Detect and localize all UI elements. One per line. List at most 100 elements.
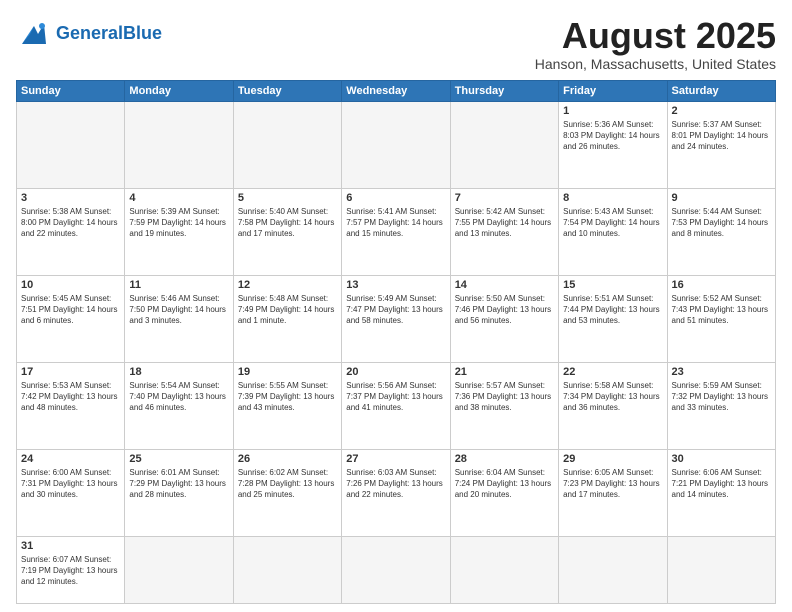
table-row: 3Sunrise: 5:38 AM Sunset: 8:00 PM Daylig… — [17, 188, 125, 275]
table-row: 24Sunrise: 6:00 AM Sunset: 7:31 PM Dayli… — [17, 449, 125, 536]
table-row: 21 Sunrise: 5:57 AM Sunset: 7:36 PM Dayli… — [450, 362, 558, 449]
calendar-week-row: 3Sunrise: 5:38 AM Sunset: 8:00 PM Daylig… — [17, 188, 776, 275]
col-monday: Monday — [125, 80, 233, 101]
calendar-week-row: 17Sunrise: 5:53 AM Sunset: 7:42 PM Dayli… — [17, 362, 776, 449]
table-row: 16Sunrise: 5:52 AM Sunset: 7:43 PM Dayli… — [667, 275, 775, 362]
table-row — [342, 536, 450, 603]
day-info: Sunrise: 6:01 AM Sunset: 7:29 PM Dayligh… — [129, 467, 228, 501]
col-saturday: Saturday — [667, 80, 775, 101]
calendar-week-row: 24Sunrise: 6:00 AM Sunset: 7:31 PM Dayli… — [17, 449, 776, 536]
table-row: 14 Sunrise: 5:50 AM Sunset: 7:46 PM Dayli… — [450, 275, 558, 362]
day-number: 29 — [563, 453, 662, 465]
day-info: Sunrise: 5:45 AM Sunset: 7:51 PM Dayligh… — [21, 293, 120, 327]
table-row: 12 Sunrise: 5:48 AM Sunset: 7:49 PM Dayli… — [233, 275, 341, 362]
location-title: Hanson, Massachusetts, United States — [535, 56, 776, 72]
day-info: Sunrise: 5:50 AM Sunset: 7:46 PM Dayligh… — [455, 293, 554, 327]
calendar-week-row: 10 Sunrise: 5:45 AM Sunset: 7:51 PM Dayli… — [17, 275, 776, 362]
day-info: Sunrise: 5:51 AM Sunset: 7:44 PM Dayligh… — [563, 293, 662, 327]
table-row: 2Sunrise: 5:37 AM Sunset: 8:01 PM Daylig… — [667, 101, 775, 188]
day-info: Sunrise: 5:59 AM Sunset: 7:32 PM Dayligh… — [672, 380, 771, 414]
day-info: Sunrise: 6:02 AM Sunset: 7:28 PM Dayligh… — [238, 467, 337, 501]
day-info: Sunrise: 6:06 AM Sunset: 7:21 PM Dayligh… — [672, 467, 771, 501]
day-number: 14 — [455, 279, 554, 291]
day-number: 27 — [346, 453, 445, 465]
day-number: 9 — [672, 192, 771, 204]
table-row: 18Sunrise: 5:54 AM Sunset: 7:40 PM Dayli… — [125, 362, 233, 449]
table-row: 5 Sunrise: 5:40 AM Sunset: 7:58 PM Daylig… — [233, 188, 341, 275]
col-sunday: Sunday — [17, 80, 125, 101]
table-row — [17, 101, 125, 188]
day-number: 11 — [129, 279, 228, 291]
day-info: Sunrise: 5:46 AM Sunset: 7:50 PM Dayligh… — [129, 293, 228, 327]
table-row: 26 Sunrise: 6:02 AM Sunset: 7:28 PM Dayli… — [233, 449, 341, 536]
table-row: 22 Sunrise: 5:58 AM Sunset: 7:34 PM Dayli… — [559, 362, 667, 449]
day-info: Sunrise: 5:52 AM Sunset: 7:43 PM Dayligh… — [672, 293, 771, 327]
table-row: 11 Sunrise: 5:46 AM Sunset: 7:50 PM Dayli… — [125, 275, 233, 362]
calendar: Sunday Monday Tuesday Wednesday Thursday… — [16, 80, 776, 604]
table-row: 9 Sunrise: 5:44 AM Sunset: 7:53 PM Daylig… — [667, 188, 775, 275]
day-info: Sunrise: 5:41 AM Sunset: 7:57 PM Dayligh… — [346, 206, 445, 240]
table-row — [559, 536, 667, 603]
day-info: Sunrise: 5:48 AM Sunset: 7:49 PM Dayligh… — [238, 293, 337, 327]
day-number: 28 — [455, 453, 554, 465]
day-number: 5 — [238, 192, 337, 204]
day-number: 26 — [238, 453, 337, 465]
day-number: 23 — [672, 366, 771, 378]
day-number: 22 — [563, 366, 662, 378]
table-row: 8Sunrise: 5:43 AM Sunset: 7:54 PM Daylig… — [559, 188, 667, 275]
day-number: 6 — [346, 192, 445, 204]
calendar-week-row: 31Sunrise: 6:07 AM Sunset: 7:19 PM Dayli… — [17, 536, 776, 603]
day-number: 7 — [455, 192, 554, 204]
table-row: 13Sunrise: 5:49 AM Sunset: 7:47 PM Dayli… — [342, 275, 450, 362]
table-row: 7 Sunrise: 5:42 AM Sunset: 7:55 PM Daylig… — [450, 188, 558, 275]
month-title: August 2025 — [535, 16, 776, 56]
table-row: 19Sunrise: 5:55 AM Sunset: 7:39 PM Dayli… — [233, 362, 341, 449]
table-row: 4Sunrise: 5:39 AM Sunset: 7:59 PM Daylig… — [125, 188, 233, 275]
day-info: Sunrise: 5:56 AM Sunset: 7:37 PM Dayligh… — [346, 380, 445, 414]
table-row: 25 Sunrise: 6:01 AM Sunset: 7:29 PM Dayli… — [125, 449, 233, 536]
day-info: Sunrise: 6:07 AM Sunset: 7:19 PM Dayligh… — [21, 554, 120, 588]
table-row: 27 Sunrise: 6:03 AM Sunset: 7:26 PM Dayli… — [342, 449, 450, 536]
logo-text: GeneralBlue — [56, 24, 162, 44]
table-row: 10 Sunrise: 5:45 AM Sunset: 7:51 PM Dayli… — [17, 275, 125, 362]
day-info: Sunrise: 5:53 AM Sunset: 7:42 PM Dayligh… — [21, 380, 120, 414]
table-row: 28 Sunrise: 6:04 AM Sunset: 7:24 PM Dayli… — [450, 449, 558, 536]
table-row — [667, 536, 775, 603]
table-row: 1Sunrise: 5:36 AM Sunset: 8:03 PM Daylig… — [559, 101, 667, 188]
day-info: Sunrise: 5:57 AM Sunset: 7:36 PM Dayligh… — [455, 380, 554, 414]
day-info: Sunrise: 5:42 AM Sunset: 7:55 PM Dayligh… — [455, 206, 554, 240]
day-number: 4 — [129, 192, 228, 204]
table-row — [125, 536, 233, 603]
page: GeneralBlue August 2025 Hanson, Massachu… — [0, 0, 792, 612]
day-info: Sunrise: 5:36 AM Sunset: 8:03 PM Dayligh… — [563, 119, 662, 153]
day-info: Sunrise: 6:05 AM Sunset: 7:23 PM Dayligh… — [563, 467, 662, 501]
day-number: 21 — [455, 366, 554, 378]
table-row — [233, 101, 341, 188]
col-thursday: Thursday — [450, 80, 558, 101]
day-number: 25 — [129, 453, 228, 465]
table-row: 23 Sunrise: 5:59 AM Sunset: 7:32 PM Dayli… — [667, 362, 775, 449]
day-info: Sunrise: 5:40 AM Sunset: 7:58 PM Dayligh… — [238, 206, 337, 240]
day-info: Sunrise: 5:58 AM Sunset: 7:34 PM Dayligh… — [563, 380, 662, 414]
day-info: Sunrise: 6:04 AM Sunset: 7:24 PM Dayligh… — [455, 467, 554, 501]
day-number: 20 — [346, 366, 445, 378]
table-row — [450, 536, 558, 603]
day-number: 12 — [238, 279, 337, 291]
day-info: Sunrise: 5:44 AM Sunset: 7:53 PM Dayligh… — [672, 206, 771, 240]
day-number: 8 — [563, 192, 662, 204]
day-info: Sunrise: 6:03 AM Sunset: 7:26 PM Dayligh… — [346, 467, 445, 501]
logo-blue: Blue — [123, 23, 162, 43]
day-info: Sunrise: 5:55 AM Sunset: 7:39 PM Dayligh… — [238, 380, 337, 414]
day-number: 13 — [346, 279, 445, 291]
logo: GeneralBlue — [16, 16, 162, 52]
day-number: 10 — [21, 279, 120, 291]
table-row: 20 Sunrise: 5:56 AM Sunset: 7:37 PM Dayli… — [342, 362, 450, 449]
table-row: 15Sunrise: 5:51 AM Sunset: 7:44 PM Dayli… — [559, 275, 667, 362]
logo-icon — [16, 16, 52, 52]
table-row: 30Sunrise: 6:06 AM Sunset: 7:21 PM Dayli… — [667, 449, 775, 536]
calendar-header-row: Sunday Monday Tuesday Wednesday Thursday… — [17, 80, 776, 101]
table-row — [342, 101, 450, 188]
table-row: 6 Sunrise: 5:41 AM Sunset: 7:57 PM Daylig… — [342, 188, 450, 275]
col-wednesday: Wednesday — [342, 80, 450, 101]
table-row: 17Sunrise: 5:53 AM Sunset: 7:42 PM Dayli… — [17, 362, 125, 449]
